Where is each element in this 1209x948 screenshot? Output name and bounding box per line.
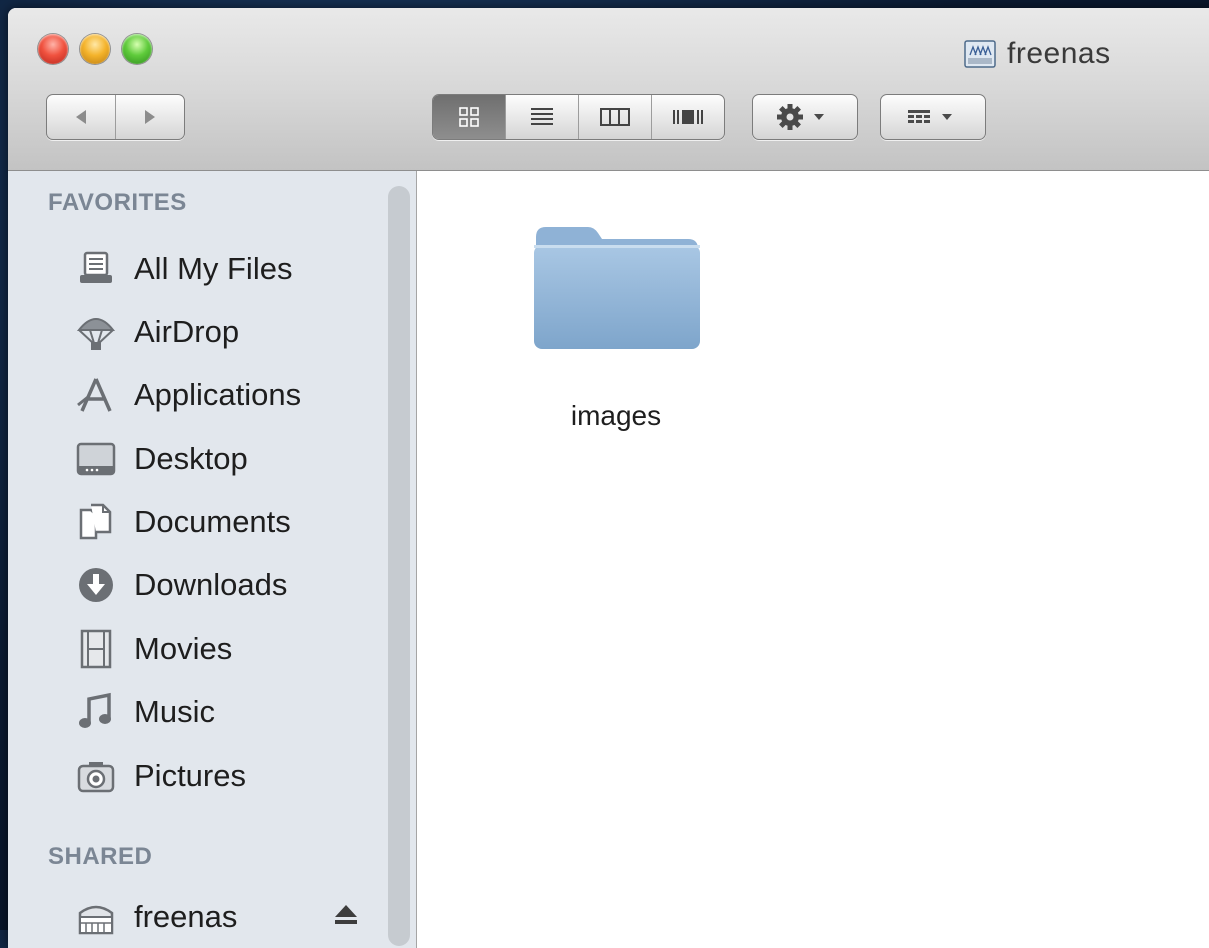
toolbar: freenas (8, 8, 1209, 171)
folder-icon (534, 227, 700, 349)
favorites-header: FAVORITES (48, 189, 187, 216)
close-window-button[interactable] (38, 34, 68, 64)
shared-header: SHARED (48, 843, 153, 870)
documents-icon (74, 500, 118, 544)
list-view-button[interactable] (506, 95, 579, 139)
eject-icon[interactable] (332, 901, 360, 929)
sidebar-item-label: AirDrop (134, 314, 240, 349)
coverflow-view-button[interactable] (652, 95, 724, 139)
music-icon (74, 690, 118, 734)
forward-icon (145, 110, 155, 124)
finder-window: freenas FAVORITES All My Files AirDrop A… (8, 8, 1209, 948)
chevron-down-icon (814, 114, 824, 120)
sidebar-item-label: Movies (134, 631, 233, 666)
action-menu-button[interactable] (752, 94, 858, 140)
list-view-icon (531, 108, 553, 125)
sidebar-item-applications[interactable]: Applications (74, 367, 301, 423)
column-view-icon (600, 108, 630, 126)
icon-view-icon (459, 107, 479, 127)
folder-label: images (570, 400, 662, 431)
arrange-icon (908, 110, 952, 123)
sidebar: FAVORITES All My Files AirDrop Applicati… (8, 171, 417, 948)
back-icon (76, 110, 86, 124)
forward-button[interactable] (116, 95, 184, 139)
action-menu-button-face[interactable] (753, 95, 857, 139)
sidebar-item-label: Desktop (134, 441, 248, 476)
desktop-icon (74, 437, 118, 481)
server-icon (74, 895, 118, 939)
arrange-menu-button-face[interactable] (881, 95, 985, 139)
sidebar-scrollbar[interactable] (388, 186, 410, 946)
sidebar-item-desktop[interactable]: Desktop (74, 431, 248, 487)
sidebar-item-documents[interactable]: Documents (74, 494, 291, 550)
icon-view-button[interactable] (433, 95, 506, 139)
movies-icon (74, 627, 118, 671)
sidebar-item-label: Documents (134, 504, 291, 539)
sidebar-item-freenas[interactable]: freenas (74, 889, 237, 945)
sidebar-item-label: All My Files (134, 251, 293, 286)
column-view-button[interactable] (579, 95, 652, 139)
sidebar-item-pictures[interactable]: Pictures (74, 748, 246, 804)
all-files-icon (74, 247, 118, 291)
window-title: freenas (963, 36, 1111, 72)
view-mode-control (432, 94, 725, 140)
downloads-icon (74, 563, 118, 607)
back-button[interactable] (47, 95, 116, 139)
network-drive-icon (964, 40, 996, 68)
zoom-window-button[interactable] (122, 34, 152, 64)
gear-icon (777, 104, 824, 130)
airdrop-icon (74, 310, 118, 354)
sidebar-item-label: Music (134, 694, 215, 729)
minimize-window-button[interactable] (80, 34, 110, 64)
back-forward-control (46, 94, 185, 140)
sidebar-item-movies[interactable]: Movies (74, 621, 232, 677)
sidebar-item-label: Pictures (134, 758, 246, 793)
file-browser-content: images (417, 171, 1209, 948)
window-title-text: freenas (1007, 37, 1111, 70)
sidebar-item-music[interactable]: Music (74, 684, 215, 740)
coverflow-view-icon (673, 110, 703, 124)
applications-icon (74, 373, 118, 417)
arrange-menu-button[interactable] (880, 94, 986, 140)
sidebar-item-label: Downloads (134, 567, 288, 602)
pictures-icon (74, 754, 118, 798)
sidebar-item-downloads[interactable]: Downloads (74, 557, 287, 613)
folder-item[interactable]: images (521, 215, 711, 432)
sidebar-item-label: Applications (134, 377, 302, 412)
sidebar-item-all-my-files[interactable]: All My Files (74, 241, 292, 297)
chevron-down-icon (942, 114, 952, 120)
sidebar-item-airdrop[interactable]: AirDrop (74, 304, 239, 360)
